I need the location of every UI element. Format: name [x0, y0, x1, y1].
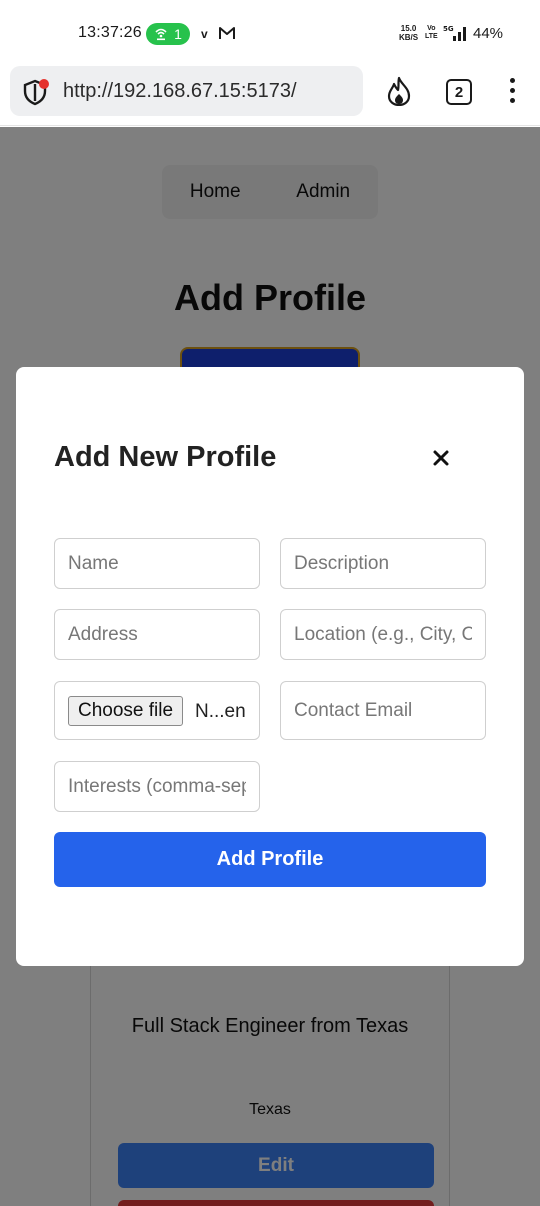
- add-profile-modal: Add New Profile Choose file N...en Add P…: [16, 367, 524, 966]
- name-input[interactable]: [54, 538, 260, 589]
- close-icon[interactable]: [430, 447, 452, 469]
- status-time: 13:37:26: [78, 24, 142, 41]
- signal-icon: 5G: [443, 25, 466, 41]
- svg-text:5G: 5G: [443, 25, 454, 33]
- gmail-icon: [219, 27, 235, 39]
- carrier-letter: v: [201, 27, 208, 41]
- hotspot-indicator: 1: [146, 23, 190, 45]
- file-status-text: N...en: [195, 701, 246, 722]
- volte-indicator: Vo LTE: [425, 25, 438, 40]
- contact-email-input[interactable]: [280, 681, 486, 740]
- net-speed: 15.0 KB/S: [399, 24, 419, 42]
- location-input[interactable]: [280, 609, 486, 660]
- choose-file-button[interactable]: Choose file: [68, 696, 184, 726]
- status-bar: 13:37:26 1 v 15.0 KB/S Vo LTE 5G 44%: [0, 0, 540, 64]
- hotspot-count: 1: [174, 26, 182, 42]
- tabs-button[interactable]: 2: [446, 79, 472, 105]
- url-text[interactable]: http://192.168.67.15:5173/: [63, 80, 297, 103]
- browser-toolbar: http://192.168.67.15:5173/ 2: [0, 64, 540, 126]
- image-file-input[interactable]: Choose file N...en: [54, 681, 260, 740]
- description-input[interactable]: [280, 538, 486, 589]
- battery-level: 44%: [473, 25, 504, 42]
- shield-icon[interactable]: [22, 78, 50, 106]
- flame-icon[interactable]: [385, 76, 413, 106]
- address-bar[interactable]: http://192.168.67.15:5173/: [10, 66, 363, 116]
- hotspot-icon: [155, 28, 167, 41]
- more-vert-icon[interactable]: [504, 78, 520, 108]
- interests-input[interactable]: [54, 761, 260, 812]
- address-input[interactable]: [54, 609, 260, 660]
- modal-title: Add New Profile: [54, 441, 277, 473]
- add-profile-submit-button[interactable]: Add Profile: [54, 832, 486, 887]
